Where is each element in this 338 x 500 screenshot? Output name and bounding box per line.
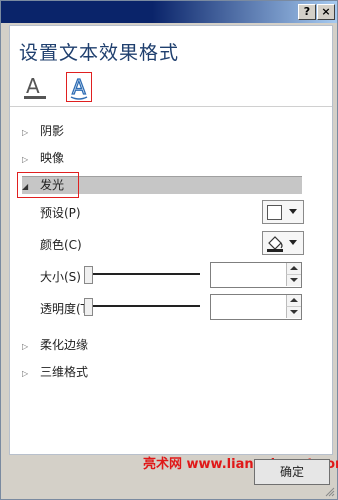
transparency-decrement-button[interactable] [286, 307, 301, 318]
size-decrement-button[interactable] [286, 275, 301, 286]
section-3d-format[interactable]: ▷ 三维格式 [22, 363, 88, 381]
color-dropdown-button[interactable] [262, 231, 304, 255]
expand-arrow-icon: ▷ [22, 342, 29, 351]
preset-label: 预设(P) [40, 206, 81, 220]
title-bar: ? × [1, 1, 337, 23]
preset-dropdown-button[interactable] [262, 200, 304, 224]
ok-button[interactable]: 确定 [254, 459, 330, 485]
paint-bucket-icon [267, 236, 283, 252]
section-label: 柔化边缘 [40, 338, 89, 352]
divider [10, 106, 332, 107]
section-soft-edges[interactable]: ▷ 柔化边缘 [22, 336, 88, 354]
help-button[interactable]: ? [298, 4, 316, 20]
text-effects-icon: A [70, 74, 88, 100]
slider-thumb[interactable] [84, 298, 93, 316]
dropdown-arrow-icon [289, 240, 297, 245]
format-text-effects-dialog: ? × 设置文本效果格式 A A ▷ 阴影 ▷ 映像 ◢ 发光 预设(P) 颜色… [0, 0, 338, 500]
tab-text-fill-outline[interactable]: A [22, 72, 48, 102]
slider-track [84, 273, 200, 275]
transparency-increment-button[interactable] [286, 295, 301, 307]
section-glow[interactable]: ◢ 发光 [22, 176, 64, 194]
section-label: 发光 [40, 178, 65, 192]
expand-arrow-icon: ▷ [22, 155, 29, 164]
tab-text-effects[interactable]: A [66, 72, 92, 102]
size-spinbox[interactable] [210, 262, 302, 288]
expand-arrow-icon: ▷ [22, 128, 29, 137]
svg-text:A: A [72, 75, 86, 99]
slider-thumb[interactable] [84, 266, 93, 284]
section-reflection[interactable]: ▷ 映像 [22, 149, 64, 167]
transparency-spinbox[interactable] [210, 294, 302, 320]
category-tabs: A A [10, 70, 332, 106]
svg-text:A: A [26, 74, 40, 98]
collapse-arrow-icon: ◢ [22, 182, 29, 191]
expand-arrow-icon: ▷ [22, 369, 29, 378]
close-button[interactable]: × [317, 4, 335, 20]
size-slider[interactable] [84, 264, 200, 284]
size-increment-button[interactable] [286, 263, 301, 275]
section-label: 三维格式 [40, 365, 89, 379]
size-label: 大小(S) [40, 270, 81, 284]
color-label: 颜色(C) [40, 238, 82, 252]
section-label: 阴影 [40, 124, 65, 138]
dialog-title: 设置文本效果格式 [19, 42, 180, 64]
dropdown-arrow-icon [289, 209, 297, 214]
text-fill-outline-icon: A [24, 74, 46, 99]
transparency-slider[interactable] [84, 296, 200, 316]
preset-swatch-icon [267, 205, 282, 220]
resize-grip-icon[interactable] [325, 487, 335, 497]
settings-panel: 设置文本效果格式 A A ▷ 阴影 ▷ 映像 ◢ 发光 预设(P) 颜色(C) … [9, 25, 333, 455]
section-label: 映像 [40, 151, 65, 165]
section-shadow[interactable]: ▷ 阴影 [22, 122, 64, 140]
slider-track [84, 305, 200, 307]
